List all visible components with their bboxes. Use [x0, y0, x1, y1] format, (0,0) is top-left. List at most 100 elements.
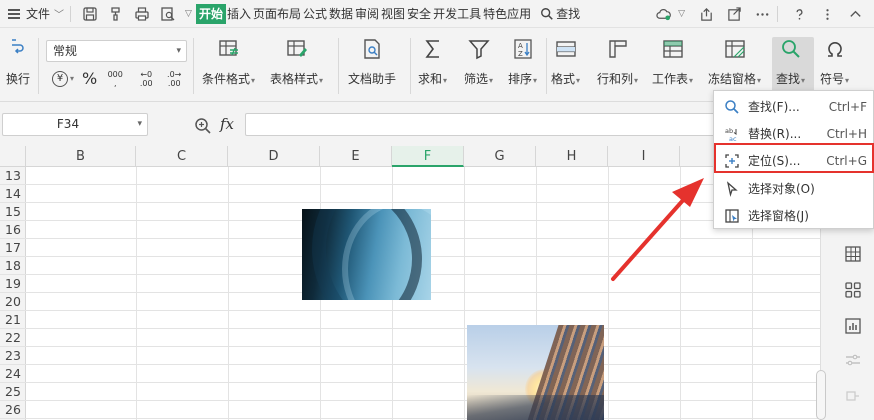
tab-security[interactable]: 安全 — [406, 4, 432, 24]
row-header[interactable]: 25 — [0, 383, 26, 401]
replace-icon: ab ac — [723, 125, 741, 143]
doc-helper-button[interactable]: 文档助手 — [348, 34, 396, 87]
select-all-corner[interactable] — [0, 146, 26, 167]
row-header[interactable]: 21 — [0, 311, 26, 329]
symbol-button[interactable]: 符号▾ — [820, 34, 849, 87]
column-header[interactable]: C — [136, 146, 228, 167]
conditional-format-label: 条件格式▾ — [202, 72, 256, 86]
row-header[interactable]: 18 — [0, 257, 26, 275]
format-painter-icon[interactable] — [105, 3, 127, 25]
rows-cols-button[interactable]: 行和列▾ — [597, 34, 638, 87]
menu-item-replace[interactable]: ab ac 替换(R)... Ctrl+H — [714, 120, 874, 147]
grid-line — [26, 328, 820, 329]
column-header[interactable]: I — [608, 146, 680, 167]
menu-item-select-objects[interactable]: 选择对象(O) — [714, 175, 874, 202]
thousands-separator-button[interactable]: 000, — [105, 70, 125, 88]
collapse-ribbon-icon[interactable] — [844, 3, 866, 25]
export-icon[interactable] — [723, 3, 745, 25]
print-icon[interactable] — [131, 3, 153, 25]
sort-icon: AZ — [509, 34, 537, 64]
cloud-sync-icon[interactable] — [652, 3, 674, 25]
row-header[interactable]: 13 — [0, 167, 26, 185]
tab-insert[interactable]: 插入 — [226, 4, 252, 24]
help-icon[interactable] — [788, 3, 810, 25]
column-header[interactable]: H — [536, 146, 608, 167]
grid-line — [26, 400, 820, 401]
conditional-format-button[interactable]: 条件格式▾ — [202, 34, 255, 87]
row-header[interactable]: 16 — [0, 221, 26, 239]
column-header[interactable]: E — [320, 146, 392, 167]
wrap-text-button[interactable]: 换行 — [4, 34, 32, 87]
insert-function-icon[interactable]: fx — [220, 115, 234, 133]
currency-button[interactable]: ¥ — [52, 70, 68, 87]
zoom-icon[interactable] — [194, 117, 212, 135]
vertical-scrollbar-thumb[interactable] — [816, 370, 826, 420]
name-box[interactable]: F34 ▾ — [2, 113, 148, 136]
row-header[interactable]: 17 — [0, 239, 26, 257]
column-header[interactable]: D — [228, 146, 320, 167]
table-icon[interactable] — [843, 244, 863, 264]
print-preview-icon[interactable] — [157, 3, 179, 25]
tab-view[interactable]: 视图 — [380, 4, 406, 24]
format-button[interactable]: 格式▾ — [551, 34, 580, 87]
find-label: 查找▾ — [776, 72, 806, 86]
sort-button[interactable]: AZ 排序▾ — [508, 34, 537, 87]
row-header[interactable]: 26 — [0, 401, 26, 419]
menu-item-goto[interactable]: 定位(S)... Ctrl+G — [714, 147, 874, 174]
sum-button[interactable]: 求和▾ — [418, 34, 447, 87]
freeze-panes-button[interactable]: 冻结窗格▾ — [708, 34, 761, 87]
filter-icon — [465, 34, 493, 64]
decrease-decimal-button[interactable]: .0→ .00 — [163, 70, 185, 88]
divider — [38, 38, 39, 94]
tab-page-layout[interactable]: 页面布局 — [252, 4, 302, 24]
chart-icon[interactable] — [843, 316, 863, 336]
chevron-down-icon[interactable]: ▽ — [678, 9, 685, 19]
column-header[interactable]: G — [464, 146, 536, 167]
svg-text:Z: Z — [518, 50, 523, 58]
menu-search-button[interactable]: 查找 — [540, 5, 580, 22]
number-format-select[interactable]: 常规 ▾ — [46, 40, 187, 62]
row-header[interactable]: 14 — [0, 185, 26, 203]
row-header[interactable]: 20 — [0, 293, 26, 311]
find-button[interactable]: 查找▾ — [776, 34, 805, 87]
row-header[interactable]: 15 — [0, 203, 26, 221]
tab-review[interactable]: 审阅 — [354, 4, 380, 24]
menu-item-selection-pane[interactable]: 选择窗格(J) — [714, 202, 874, 229]
more-icon[interactable] — [816, 3, 838, 25]
worksheet-icon — [659, 34, 687, 64]
increase-decimal-button[interactable]: ←0.00 — [135, 70, 157, 88]
svg-text:ac: ac — [729, 135, 737, 142]
save-icon[interactable] — [79, 3, 101, 25]
table-style-button[interactable]: 表格样式▾ — [270, 34, 323, 87]
file-menu-button[interactable]: 文件 ﹀ — [0, 0, 64, 28]
row-header[interactable]: 19 — [0, 275, 26, 293]
row-header[interactable]: 24 — [0, 365, 26, 383]
share-panel-icon[interactable] — [843, 386, 863, 406]
settings-sliders-icon[interactable] — [843, 350, 863, 370]
column-header[interactable]: B — [26, 146, 136, 167]
format-icon — [552, 34, 580, 64]
row-header[interactable]: 22 — [0, 329, 26, 347]
sum-label: 求和▾ — [418, 72, 448, 86]
inserted-picture-abstract-blue[interactable] — [302, 209, 431, 300]
row-header[interactable]: 23 — [0, 347, 26, 365]
share-icon[interactable] — [695, 3, 717, 25]
tab-data[interactable]: 数据 — [328, 4, 354, 24]
svg-text:A: A — [518, 42, 523, 50]
quick-access-more-icon[interactable]: ▽ — [185, 9, 192, 19]
tab-features[interactable]: 特色应用 — [482, 4, 532, 24]
percent-button[interactable]: % — [82, 69, 97, 88]
tab-formulas[interactable]: 公式 — [302, 4, 328, 24]
column-header-selected[interactable]: F — [392, 146, 464, 167]
chevron-down-icon: ▾ — [70, 74, 75, 83]
menu-item-find[interactable]: 查找(F)... Ctrl+F — [714, 93, 874, 120]
filter-button[interactable]: 筛选▾ — [464, 34, 493, 87]
apps-grid-icon[interactable] — [843, 280, 863, 300]
menu-item-label: 替换(R)... — [748, 127, 802, 141]
tab-home[interactable]: 开始 — [195, 3, 226, 24]
inserted-picture-building-sunlight[interactable] — [467, 325, 604, 420]
more-options-icon[interactable] — [751, 3, 773, 25]
tab-developer[interactable]: 开发工具 — [432, 4, 482, 24]
worksheet-button[interactable]: 工作表▾ — [652, 34, 693, 87]
menu-item-shortcut: Ctrl+F — [828, 99, 867, 114]
